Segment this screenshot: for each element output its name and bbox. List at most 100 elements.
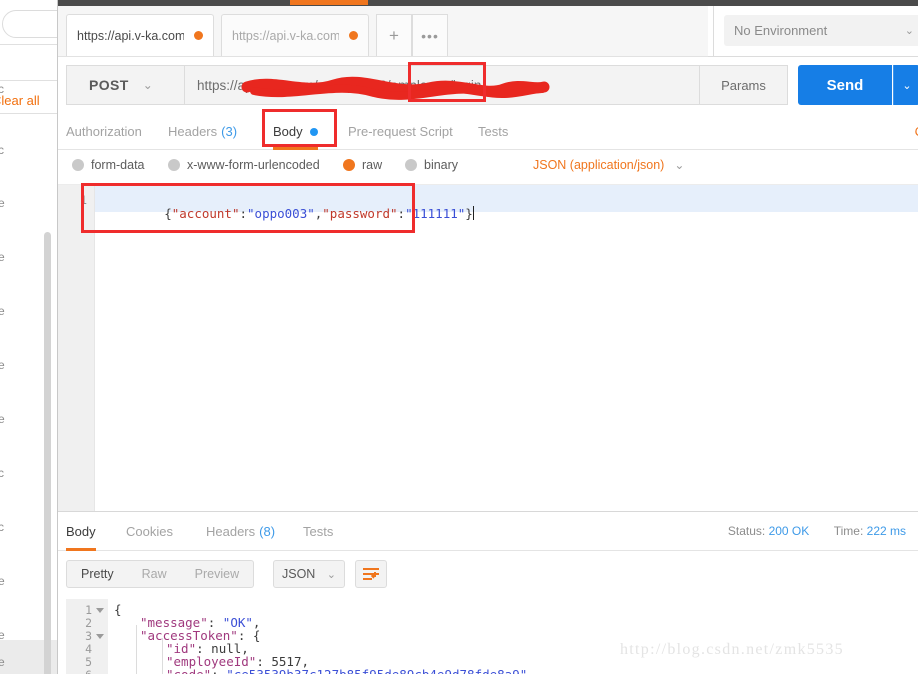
- body-type-row: form-data x-www-form-urlencoded raw bina…: [58, 150, 918, 185]
- tab-authorization[interactable]: Authorization: [66, 114, 142, 149]
- response-format-toolbar: Pretty Raw Preview JSON ⌄: [58, 551, 918, 599]
- radio-icon-selected: [343, 159, 355, 171]
- list-item[interactable]: 0/e: [0, 196, 58, 214]
- sidebar-divider-1: [0, 44, 58, 45]
- code-link[interactable]: C: [915, 124, 918, 139]
- active-window-indicator: [290, 0, 368, 5]
- radio-icon: [72, 159, 84, 171]
- watermark: http://blog.csdn.net/zmk5535: [620, 641, 844, 658]
- tab-label: Body: [273, 124, 303, 139]
- request-tab-active[interactable]: https://api.v-ka.com/p: [66, 14, 214, 56]
- word-wrap-icon: [363, 567, 379, 580]
- request-section-tabs: Authorization Headers (3) Body Pre-reque…: [58, 114, 918, 150]
- tab-label: Tests: [303, 523, 334, 539]
- tab-pre-request-script[interactable]: Pre-request Script: [348, 114, 453, 149]
- request-tab-label: https://api.v-ka.com/p: [232, 28, 339, 43]
- tab-label: Headers: [206, 523, 256, 539]
- tab-label: Pre-request Script: [348, 124, 453, 139]
- view-mode-raw[interactable]: Raw: [128, 561, 181, 587]
- send-options-button[interactable]: ⌄: [893, 65, 918, 105]
- response-status-info: Status: 200 OK Time: 222 ms: [728, 524, 906, 538]
- sidebar-search-input[interactable]: [2, 10, 58, 38]
- url-text: https://api.v-ka.com/nosapi/v1.0/employe…: [197, 77, 482, 93]
- sidebar-section-label: ns: [0, 54, 58, 69]
- body-present-dot-icon: [309, 127, 318, 136]
- request-body-editor[interactable]: 1 {"account":"oppo003","password":"11111…: [58, 185, 918, 511]
- line-number: 1: [85, 603, 92, 617]
- postman-window: ns Clear all 0/c 0/c 0/e 0/e 0/e 0/e 0/e…: [0, 0, 918, 674]
- environment-select[interactable]: No Environment ⌄: [724, 15, 918, 46]
- chevron-down-icon: ⌄: [326, 568, 336, 581]
- radio-icon: [405, 159, 417, 171]
- content-type-select[interactable]: JSON (application/json) ⌄: [533, 158, 684, 172]
- tab-headers[interactable]: Headers (3): [168, 114, 237, 149]
- send-button[interactable]: Send: [798, 65, 892, 105]
- environment-select-value: No Environment: [734, 23, 828, 38]
- tab-label: Cookies: [126, 523, 173, 539]
- time-label: Time:: [833, 524, 864, 538]
- sidebar-divider-2: [0, 80, 58, 81]
- time-value: 222 ms: [866, 524, 906, 538]
- tab-options-button[interactable]: •••: [412, 14, 448, 56]
- response-view-mode-group: Pretty Raw Preview: [66, 560, 255, 588]
- list-item[interactable]: 0/c: [0, 82, 58, 100]
- radio-label: raw: [362, 158, 383, 172]
- http-method-select[interactable]: POST ⌄: [66, 65, 184, 105]
- word-wrap-button[interactable]: [355, 560, 387, 588]
- unsaved-dot-icon: [349, 31, 358, 40]
- tab-body[interactable]: Body: [273, 114, 318, 150]
- chevron-down-icon: ⌄: [904, 25, 914, 37]
- chevron-down-icon: ⌄: [142, 78, 154, 92]
- list-item-label: 0/e: [0, 640, 5, 674]
- sidebar-scrollbar[interactable]: [44, 232, 51, 674]
- view-mode-preview[interactable]: Preview: [181, 561, 253, 587]
- fold-arrow-icon[interactable]: [96, 608, 104, 613]
- radio-raw[interactable]: raw: [343, 158, 382, 172]
- response-line: "code": "ce53539b37c127b85f95de89cb4e9d7…: [114, 667, 527, 674]
- view-mode-pretty[interactable]: Pretty: [67, 561, 128, 587]
- radio-icon: [168, 159, 180, 171]
- left-sidebar: ns Clear all 0/c 0/c 0/e 0/e 0/e 0/e 0/e…: [0, 0, 59, 674]
- tab-count: (3): [221, 124, 238, 139]
- radio-label: form-data: [91, 158, 145, 172]
- tab-count: (8): [259, 523, 276, 539]
- main-panel: https://api.v-ka.com/p https://api.v-ka.…: [58, 6, 918, 674]
- radio-form-data[interactable]: form-data: [72, 158, 145, 172]
- request-tab-inactive[interactable]: https://api.v-ka.com/p: [221, 14, 369, 56]
- new-tab-button[interactable]: +: [376, 14, 412, 56]
- request-url-row: POST ⌄ https://api.v-ka.com/nosapi/v1.0/…: [58, 57, 918, 115]
- params-button[interactable]: Params: [700, 65, 788, 105]
- response-format-select[interactable]: JSON ⌄: [273, 560, 345, 588]
- list-item[interactable]: 0/c: [0, 143, 58, 161]
- response-body-viewer[interactable]: 1 2 3 4 5 6 { "message": "OK", "accessTo…: [58, 599, 918, 674]
- response-tab-tests[interactable]: Tests: [303, 512, 333, 550]
- response-tab-body[interactable]: Body: [66, 512, 96, 551]
- tab-label: Body: [66, 523, 96, 539]
- unsaved-dot-icon: [194, 31, 203, 40]
- radio-x-www-form-urlencoded[interactable]: x-www-form-urlencoded: [168, 158, 320, 172]
- radio-binary[interactable]: binary: [405, 158, 458, 172]
- tab-tests[interactable]: Tests: [478, 114, 508, 149]
- radio-label: binary: [424, 158, 459, 172]
- url-input[interactable]: https://api.v-ka.com/nosapi/v1.0/employe…: [184, 65, 700, 105]
- text-caret: [472, 206, 474, 220]
- status-label: Status:: [727, 524, 766, 538]
- http-method-value: POST: [89, 77, 129, 93]
- status-badge: 200 OK: [768, 524, 810, 538]
- response-gutter: 1 2 3 4 5 6: [66, 599, 108, 674]
- line-number: 3: [85, 629, 92, 643]
- line-number: 6: [85, 668, 92, 674]
- response-tab-cookies[interactable]: Cookies: [126, 512, 173, 550]
- request-body-code[interactable]: {"account":"oppo003","password":"111111"…: [104, 191, 474, 236]
- content-type-value: JSON (application/json): [533, 158, 665, 172]
- tab-label: Authorization: [66, 124, 142, 139]
- editor-gutter: 1: [58, 185, 95, 511]
- radio-label: x-www-form-urlencoded: [187, 158, 320, 172]
- line-number: 2: [85, 616, 92, 630]
- chevron-down-icon: ⌄: [674, 158, 685, 172]
- environment-bar: No Environment ⌄: [713, 6, 918, 56]
- line-number: 4: [85, 642, 92, 656]
- fold-arrow-icon[interactable]: [96, 634, 104, 639]
- response-tab-headers[interactable]: Headers (8): [206, 512, 275, 550]
- request-tab-label: https://api.v-ka.com/p: [77, 28, 184, 43]
